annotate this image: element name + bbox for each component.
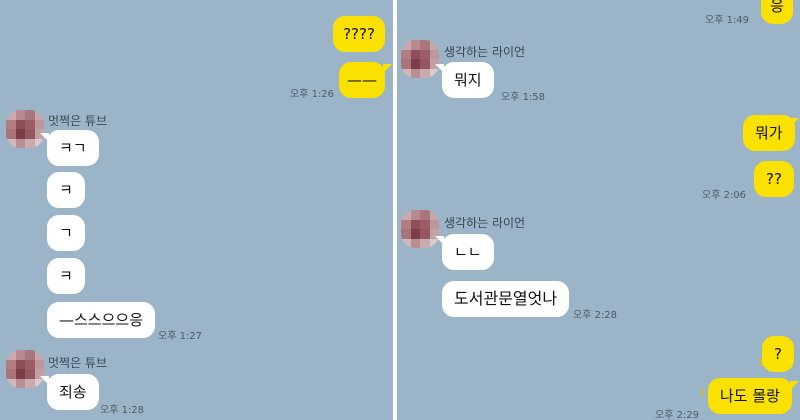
message-time: 오후 1:27 <box>158 331 203 342</box>
message-time: 오후 2:28 <box>573 310 618 321</box>
bubble-tail <box>790 381 799 390</box>
my-message-bubble[interactable]: ? <box>762 336 794 372</box>
my-message-bubble[interactable]: —— <box>339 62 385 98</box>
message-time: 오후 1:58 <box>501 92 546 103</box>
bubble-tail <box>383 64 392 73</box>
my-message-bubble[interactable]: ???? <box>333 16 385 52</box>
left-chat-panel: ???? —— 오후 1:26 멋쩍은 튜브 ㅋㄱ ㅋ ㄱ ㅋ —스스으으응 오… <box>0 0 393 420</box>
friend-message-bubble[interactable]: 뭐지 <box>442 62 494 98</box>
friend-name: 멋쩍은 튜브 <box>48 356 108 370</box>
my-message-bubble[interactable]: 응 <box>761 0 793 24</box>
message-time: 오후 1:28 <box>100 405 145 416</box>
message-time: 오후 1:26 <box>290 89 335 100</box>
friend-message-bubble[interactable]: ㄱ <box>47 215 85 251</box>
friend-message-bubble[interactable]: ㄴㄴ <box>442 234 494 270</box>
message-time: 오후 2:29 <box>655 410 700 420</box>
friend-name: 생각하는 라이언 <box>444 45 526 59</box>
friend-message-bubble[interactable]: ㅋ <box>47 172 85 208</box>
friend-name: 멋쩍은 튜브 <box>48 114 108 128</box>
message-time: 오후 2:06 <box>702 190 747 201</box>
friend-avatar[interactable] <box>6 110 44 148</box>
friend-message-bubble[interactable]: ㅋ <box>47 258 85 294</box>
unread-count: 1 <box>699 388 706 399</box>
bubble-tail <box>790 118 799 127</box>
friend-avatar[interactable] <box>401 210 439 248</box>
friend-avatar[interactable] <box>6 350 44 388</box>
my-message-bubble[interactable]: 뭐가 <box>743 115 795 151</box>
friend-message-bubble[interactable]: —스스으으응 <box>47 302 156 338</box>
right-chat-panel: 응 오후 1:49 생각하는 라이언 뭐지 오후 1:58 뭐가 ?? 오후 2… <box>397 0 800 420</box>
my-message-bubble[interactable]: ?? <box>754 161 794 197</box>
friend-message-bubble[interactable]: ㅋㄱ <box>47 130 99 166</box>
friend-name: 생각하는 라이언 <box>444 216 526 230</box>
my-message-bubble[interactable]: 나도 몰랑 <box>708 378 792 414</box>
friend-avatar[interactable] <box>401 40 439 78</box>
friend-message-bubble[interactable]: 죄송 <box>47 374 99 410</box>
friend-message-bubble[interactable]: 도서관문열엇나 <box>442 281 570 317</box>
message-time: 오후 1:49 <box>705 15 750 26</box>
